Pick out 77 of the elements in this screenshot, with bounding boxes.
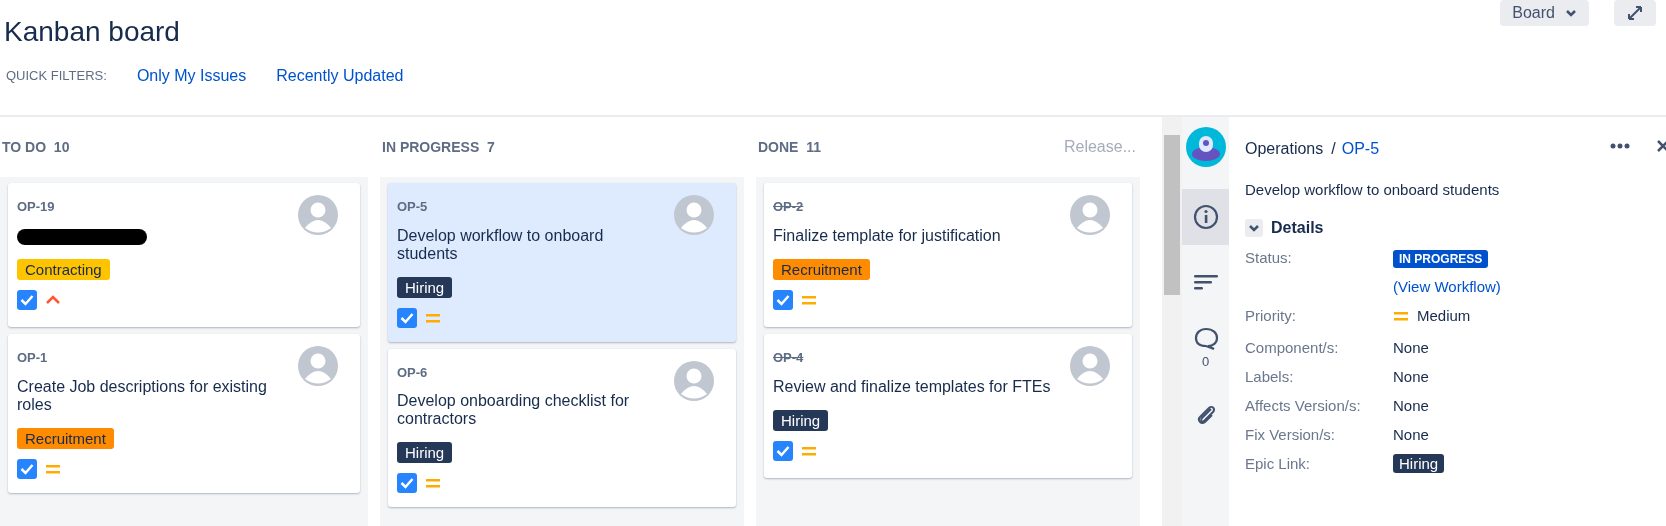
board-dropdown-button[interactable]: Board: [1500, 0, 1589, 26]
issue-summary: Review and finalize templates for FTEs: [773, 377, 1052, 396]
issue-card[interactable]: OP-4 Review and finalize templates for FTEs Hiring: [764, 334, 1132, 478]
page-title: Kanban board: [4, 15, 180, 49]
avatar-icon: [298, 346, 338, 386]
issue-summary: Develop workflow to onboard students: [397, 226, 605, 263]
quick-filters-label: QUICK FILTERS:: [6, 67, 107, 86]
issue-summary: Develop workflow to onboard students: [1245, 180, 1501, 200]
avatar-icon: [1070, 346, 1110, 386]
project-link[interactable]: Operations: [1245, 137, 1324, 161]
epic-label: Contracting: [17, 258, 110, 280]
scrollbar-thumb[interactable]: [1164, 135, 1180, 295]
checkbox-icon: [397, 307, 417, 328]
field-value: None: [1393, 338, 1429, 356]
epic-label: Hiring: [773, 409, 829, 431]
sidebar-tab[interactable]: 0: [1182, 321, 1229, 377]
column-header: TO DO 10: [2, 137, 70, 157]
issue-card[interactable]: OP-6 Develop onboarding checklist for contractors Hiring: [388, 348, 736, 507]
view-workflow-link[interactable]: (View Workflow): [1393, 275, 1501, 298]
field-label: Epic Link:: [1245, 453, 1312, 474]
epic-label: Recruitment: [17, 427, 114, 449]
quick-filter-link[interactable]: Recently Updated: [276, 64, 404, 88]
breadcrumb-separator: /: [1331, 139, 1336, 159]
avatar-icon: [1070, 195, 1110, 235]
epic-label: Hiring: [397, 442, 453, 463]
field-value: Medium: [1417, 305, 1471, 326]
column-header: IN PROGRESS 7: [382, 137, 495, 157]
quick-filter-link[interactable]: Only My Issues: [136, 64, 247, 88]
avatar-icon: [298, 195, 338, 235]
info-icon: [1192, 204, 1219, 230]
checkbox-icon: [773, 289, 793, 310]
avatar-icon: [674, 360, 714, 401]
field-value: None: [1393, 396, 1429, 414]
comment-icon: [1192, 326, 1219, 353]
close-icon[interactable]: [1656, 139, 1666, 153]
field-value: None: [1393, 367, 1429, 385]
field-label: Fix Version/s:: [1245, 424, 1337, 445]
checkbox-icon: [17, 458, 37, 479]
issue-key: OP-19: [17, 197, 350, 217]
checkbox-icon: [397, 473, 417, 493]
expand-button[interactable]: [1614, 0, 1656, 26]
issue-card[interactable]: OP-5 Develop workflow to onboard students Hiring: [388, 183, 736, 342]
chevron-down-icon: [1565, 7, 1577, 19]
expand-icon: [1626, 4, 1644, 22]
issue-key: OP-4: [773, 348, 1122, 368]
issue-card[interactable]: OP-1 Create Job descriptions for existing roles Recruitment: [8, 334, 360, 493]
column-header: DONE 11: [758, 137, 822, 157]
field-label: Affects Version/s:: [1245, 395, 1362, 416]
section-title: Details: [1271, 217, 1324, 238]
field-label: Labels:: [1245, 366, 1295, 387]
issue-key: OP-1: [17, 348, 350, 368]
epic-label[interactable]: Hiring: [1393, 453, 1445, 473]
sidebar-tab[interactable]: [1182, 189, 1229, 245]
field-label: Priority:: [1245, 305, 1297, 326]
scrollbar[interactable]: [1162, 117, 1182, 526]
collapse-toggle[interactable]: [1245, 218, 1263, 237]
avatar-icon: [674, 195, 714, 235]
field-value: None: [1393, 425, 1429, 443]
field-label: Component/s:: [1245, 337, 1340, 358]
issue-key-link[interactable]: OP-5: [1341, 137, 1380, 161]
checkbox-icon: [17, 289, 37, 310]
issue-summary: Create Job descriptions for existing roles: [17, 377, 268, 414]
issue-card[interactable]: OP-2 Finalize template for justification Recruitment: [764, 183, 1132, 327]
field-label: Status:: [1245, 247, 1293, 268]
issue-key: OP-2: [773, 197, 1122, 217]
more-icon[interactable]: [1610, 143, 1630, 149]
issue-summary: Develop onboarding checklist for contractors: [397, 392, 631, 428]
project-avatar-icon: [1185, 127, 1226, 167]
status-lozenge: IN PROGRESS: [1393, 249, 1489, 268]
checkbox-icon: [773, 440, 793, 461]
issue-card[interactable]: OP-19 Contracting: [8, 183, 360, 327]
issue-summary: Finalize template for justification: [773, 226, 1002, 245]
epic-label: Hiring: [397, 276, 453, 298]
issue-key: OP-5: [397, 197, 726, 217]
epic-label: Recruitment: [773, 258, 870, 280]
issue-key: OP-6: [397, 362, 726, 382]
comment-count: 0: [1201, 353, 1210, 372]
